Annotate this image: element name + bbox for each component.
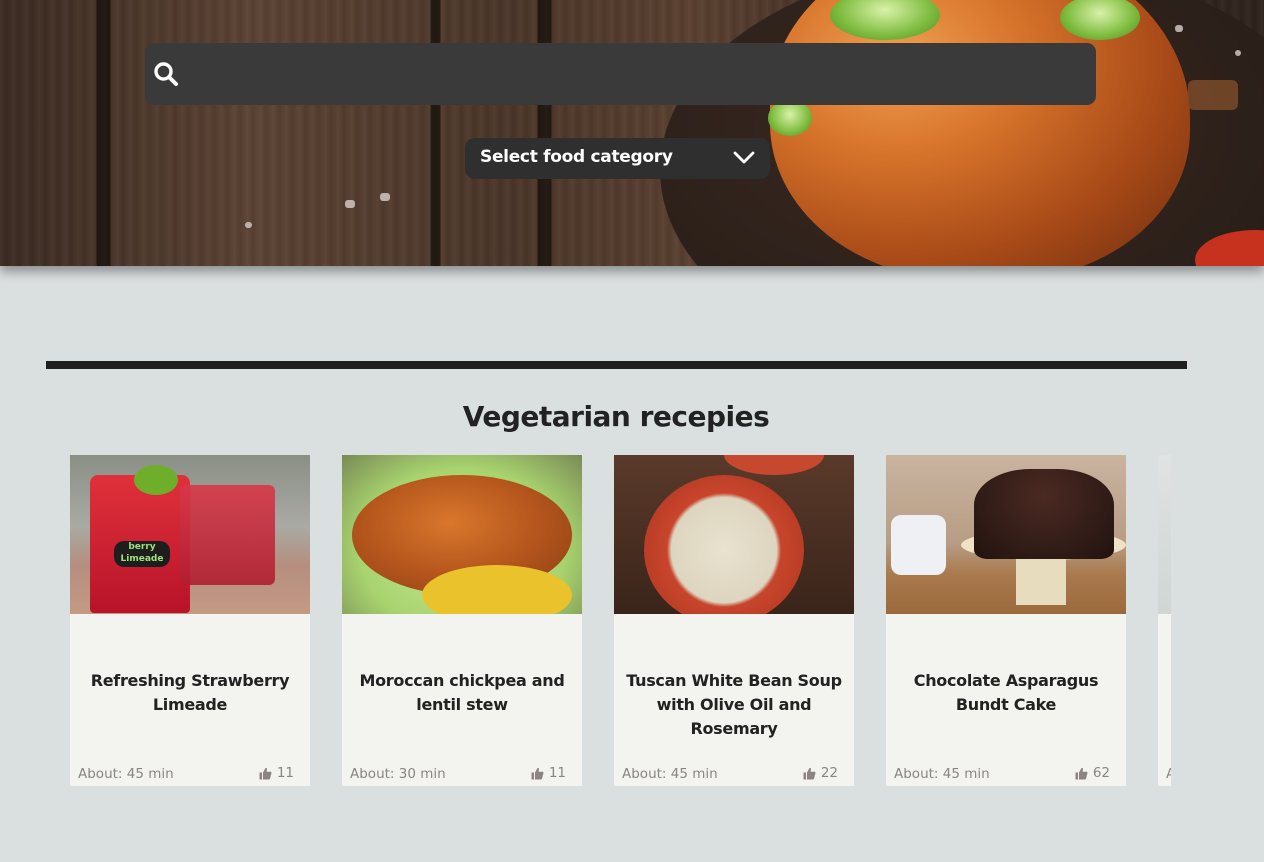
food-category-select[interactable]: Select food category — [465, 138, 770, 179]
recipe-image — [342, 455, 582, 614]
lime-slice — [134, 465, 178, 495]
chevron-down-icon[interactable] — [733, 150, 755, 166]
teacup — [891, 515, 946, 575]
recipe-likes[interactable]: 11 — [531, 765, 566, 781]
crumb — [1188, 80, 1238, 110]
soup-bowl — [644, 475, 804, 614]
likes-count: 22 — [820, 765, 838, 781]
likes-count: 11 — [276, 765, 294, 781]
recipe-name[interactable]: Moroccan chickpea and lentil stew — [342, 669, 582, 717]
recipe-name[interactable]: Refreshing Strawberry Limeade — [70, 669, 310, 717]
recipe-card[interactable]: Tuscan White Bean Soup with Olive Oil an… — [614, 455, 854, 786]
search-bar[interactable] — [145, 43, 1096, 105]
recipe-card[interactable]: berry Limeade Refreshing Strawberry Lime… — [70, 455, 310, 786]
recipe-image — [886, 455, 1126, 614]
burger-bun — [770, 0, 1190, 266]
recipe-card[interactable]: Moroccan chickpea and lentil stew About:… — [342, 455, 582, 786]
recipe-time: About: 45 min — [78, 766, 174, 782]
recipe-likes[interactable]: 62 — [1075, 765, 1110, 781]
recipe-image — [614, 455, 854, 614]
food-category-select-label: Select food category — [480, 147, 673, 167]
jar-label: berry Limeade — [114, 541, 170, 567]
thumbs-up-icon[interactable] — [531, 767, 544, 780]
search-icon[interactable] — [153, 61, 179, 87]
search-input[interactable] — [195, 53, 1079, 97]
recipe-time: About: 30 min — [350, 766, 446, 782]
cake-stand-base — [1016, 555, 1066, 605]
recipe-time: About: 45 min — [622, 766, 718, 782]
recipe-time: A — [1166, 766, 1171, 782]
section-divider — [46, 361, 1187, 369]
lettuce — [768, 100, 812, 136]
recipe-likes[interactable]: 22 — [803, 765, 838, 781]
couscous — [422, 565, 572, 614]
recipe-time: About: 45 min — [894, 766, 990, 782]
recipe-card[interactable]: A — [1158, 455, 1171, 786]
recipe-carousel[interactable]: berry Limeade Refreshing Strawberry Lime… — [70, 455, 1171, 786]
likes-count: 11 — [548, 765, 566, 781]
drink-pitcher — [180, 485, 275, 585]
recipe-name[interactable]: Chocolate Asparagus Bundt Cake — [886, 669, 1126, 717]
crumb — [245, 222, 252, 228]
recipe-name[interactable]: Tuscan White Bean Soup with Olive Oil an… — [614, 669, 854, 741]
bundt-cake — [974, 469, 1114, 559]
crumb — [1235, 50, 1241, 56]
likes-count: 62 — [1092, 765, 1110, 781]
crumb — [380, 193, 390, 201]
recipe-image: berry Limeade — [70, 455, 310, 614]
crumb — [345, 200, 355, 208]
recipe-likes[interactable]: 11 — [259, 765, 294, 781]
hero-banner: Select food category — [0, 0, 1264, 266]
thumbs-up-icon[interactable] — [1075, 767, 1088, 780]
recipe-card[interactable]: Chocolate Asparagus Bundt Cake About: 45… — [886, 455, 1126, 786]
recipe-image — [1158, 455, 1171, 614]
bowl-top — [724, 455, 824, 475]
thumbs-up-icon[interactable] — [803, 767, 816, 780]
crumb — [1175, 25, 1183, 32]
thumbs-up-icon[interactable] — [259, 767, 272, 780]
section-title: Vegetarian recepies — [462, 400, 770, 433]
